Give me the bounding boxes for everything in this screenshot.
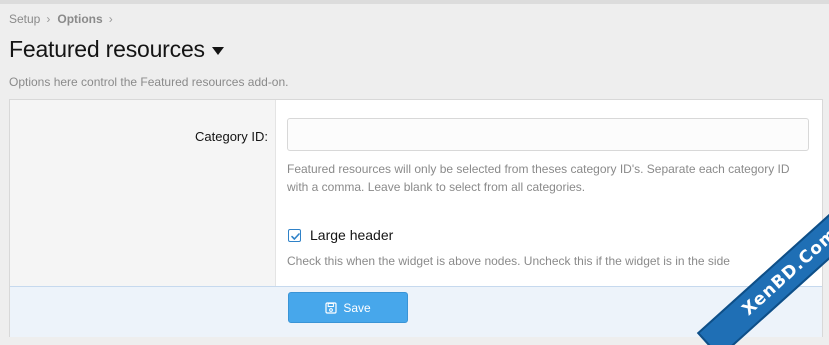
floppy-disk-icon <box>325 301 337 314</box>
page-title-row[interactable]: Featured resources <box>9 36 224 63</box>
category-id-explain: Featured resources will only be selected… <box>287 162 790 194</box>
watermark: XenBD.Com <box>690 205 829 345</box>
breadcrumb-options[interactable]: Options <box>57 12 102 26</box>
chevron-right-icon: › <box>46 12 51 26</box>
breadcrumb: Setup › Options › <box>9 12 120 26</box>
page-description: Options here control the Featured resour… <box>9 75 289 89</box>
label-column <box>10 100 276 286</box>
save-button[interactable]: Save <box>288 292 408 323</box>
page-title: Featured resources <box>9 36 205 62</box>
watermark-text: XenBD.Com <box>738 224 829 320</box>
large-header-label[interactable]: Large header <box>310 227 393 243</box>
watermark-ribbon: XenBD.Com <box>696 205 829 345</box>
caret-down-icon[interactable] <box>211 47 224 55</box>
large-header-explain: Check this when the widget is above node… <box>287 254 730 268</box>
top-border <box>0 0 829 4</box>
checkmark-icon <box>291 233 300 240</box>
chevron-right-icon: › <box>108 12 113 26</box>
category-id-input[interactable] <box>287 118 809 151</box>
save-button-label: Save <box>343 300 371 315</box>
category-id-label: Category ID: <box>195 129 268 144</box>
breadcrumb-setup[interactable]: Setup <box>9 12 40 26</box>
large-header-checkbox[interactable] <box>288 229 301 242</box>
